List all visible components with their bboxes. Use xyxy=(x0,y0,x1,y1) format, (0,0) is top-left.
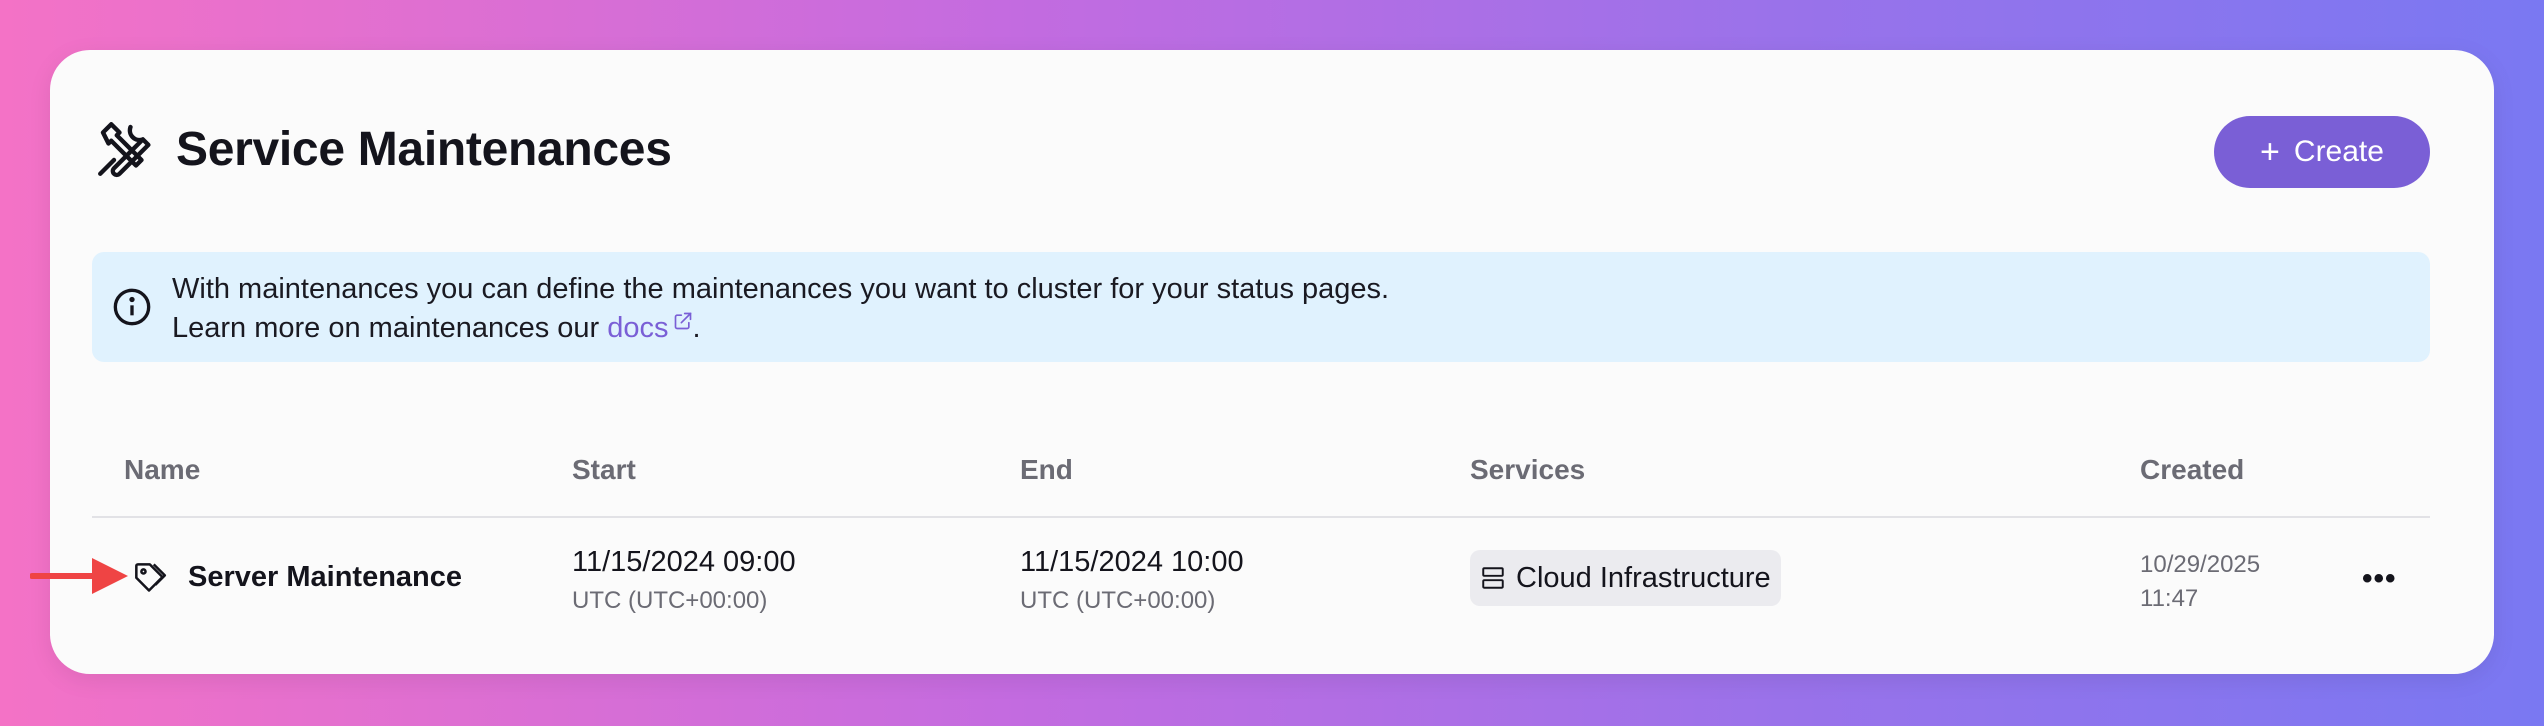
info-line-2-prefix: Learn more on maintenances our xyxy=(172,312,608,344)
create-button[interactable]: + Create xyxy=(2214,116,2430,188)
created-cell: 10/29/2025 11:47 xyxy=(2140,548,2260,616)
info-line-2: Learn more on maintenances our docs. xyxy=(172,309,1389,348)
plus-icon: + xyxy=(2260,133,2280,171)
create-button-label: Create xyxy=(2293,135,2384,168)
header-start[interactable]: Start xyxy=(572,454,636,486)
start-cell: 11/15/2024 09:00 UTC (UTC+00:00) xyxy=(572,546,796,615)
header-name[interactable]: Name xyxy=(124,454,200,486)
start-timezone: UTC (UTC+00:00) xyxy=(572,587,768,614)
docs-link[interactable]: docs xyxy=(607,312,692,344)
external-link-icon xyxy=(674,312,691,330)
info-text: With maintenances you can define the mai… xyxy=(172,270,1389,348)
end-timezone: UTC (UTC+00:00) xyxy=(1020,587,1216,614)
service-badge[interactable]: Cloud Infrastructure xyxy=(1470,550,1781,606)
header-created[interactable]: Created xyxy=(2140,454,2244,486)
server-icon xyxy=(1482,567,1504,589)
page-header: Service Maintenances xyxy=(92,116,672,182)
end-date: 11/15/2024 10:00 xyxy=(1020,546,1244,578)
docs-link-label: docs xyxy=(607,312,669,344)
table-header: Name Start End Services Created xyxy=(92,448,2430,518)
info-icon xyxy=(113,288,151,326)
info-banner: With maintenances you can define the mai… xyxy=(92,252,2430,362)
start-date: 11/15/2024 09:00 xyxy=(572,546,796,578)
more-options-icon[interactable]: ••• xyxy=(2362,562,2397,596)
header-end[interactable]: End xyxy=(1020,454,1073,486)
info-line-2-suffix: . xyxy=(692,312,701,344)
created-time: 11:47 xyxy=(2140,585,2199,612)
name-cell: Server Maintenance xyxy=(130,558,462,596)
maintenance-name[interactable]: Server Maintenance xyxy=(188,561,462,594)
maintenances-table: Name Start End Services Created Server M… xyxy=(92,448,2430,638)
service-name: Cloud Infrastructure xyxy=(1516,561,1771,594)
end-cell: 11/15/2024 10:00 UTC (UTC+00:00) xyxy=(1020,546,1244,615)
created-date: 10/29/2025 xyxy=(2140,551,2261,578)
annotation-arrow-icon xyxy=(30,558,128,594)
table-row[interactable]: Server Maintenance 11/15/2024 09:00 UTC … xyxy=(92,518,2430,638)
header-services[interactable]: Services xyxy=(1470,454,1585,486)
page-title: Service Maintenances xyxy=(176,122,672,176)
maintenances-card: Service Maintenances + Create With maint… xyxy=(50,50,2494,674)
tag-icon xyxy=(135,563,167,592)
hammer-wrench-icon xyxy=(98,122,151,178)
info-line-1: With maintenances you can define the mai… xyxy=(172,273,1390,305)
